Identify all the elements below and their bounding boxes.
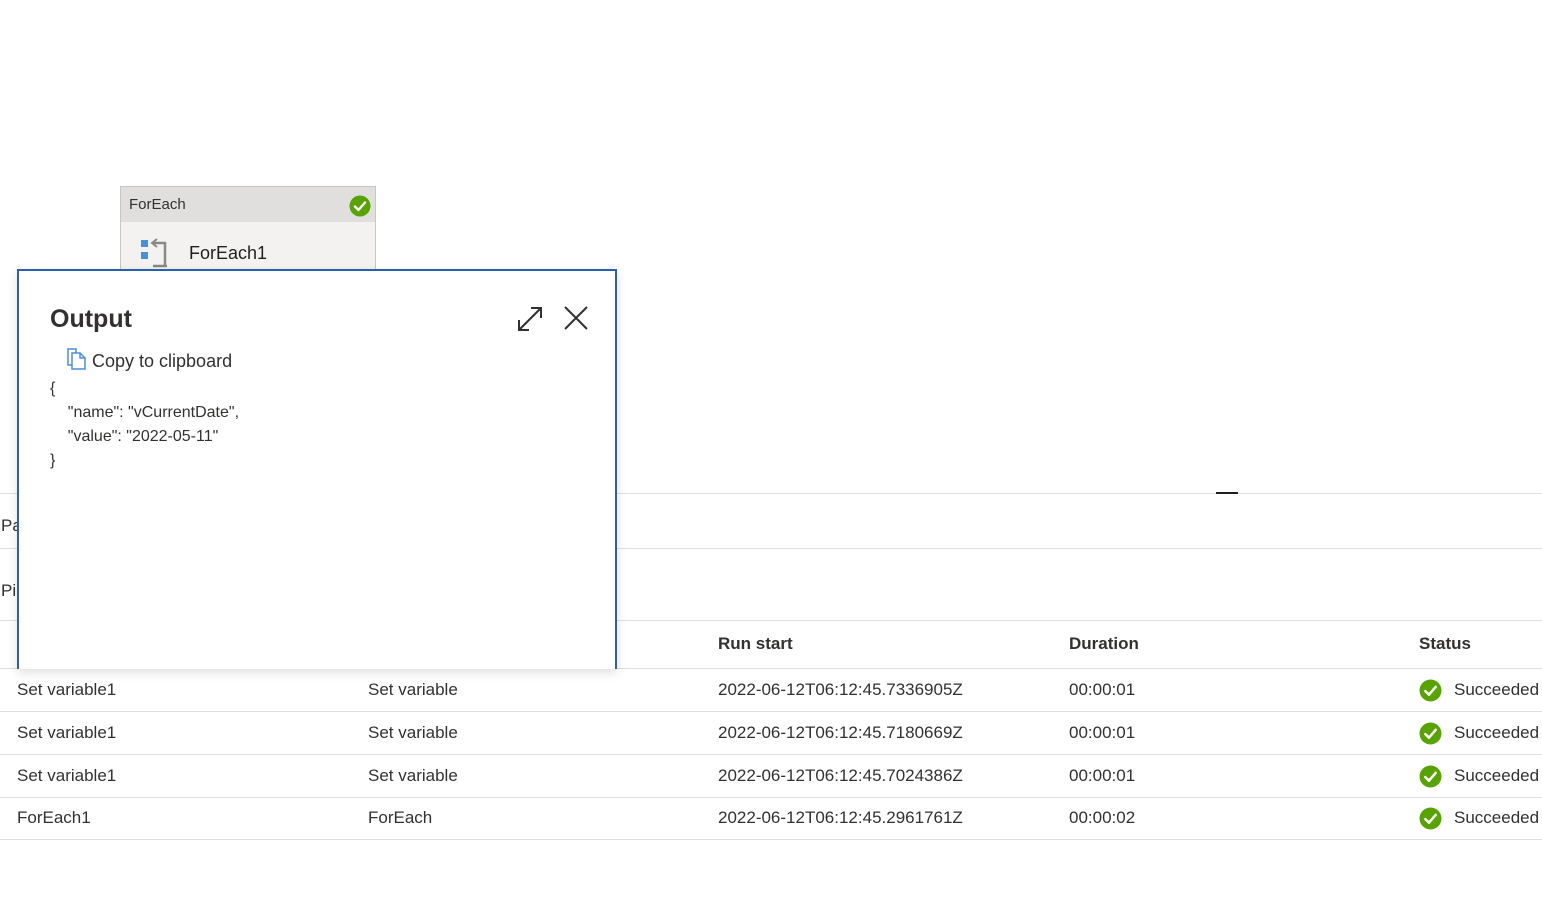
table-row[interactable]: Set variable1 Set variable 2022-06-12T06… — [0, 755, 1542, 798]
run-start-cell: 2022-06-12T06:12:45.7180669Z — [718, 723, 963, 742]
check-circle-icon — [349, 195, 371, 217]
check-circle-icon — [1419, 679, 1442, 702]
activity-type-cell: Set variable — [368, 680, 458, 699]
activity-name-cell[interactable]: Set variable1 — [17, 766, 116, 786]
check-circle-icon — [1419, 722, 1442, 745]
status-cell: Succeeded — [1454, 680, 1540, 699]
output-json-text: { "name": "vCurrentDate", "value": "2022… — [50, 380, 240, 469]
table-row[interactable]: Set variable1 Set variable 2022-06-12T06… — [0, 669, 1542, 712]
activity-body: ForEach1 — [121, 222, 375, 268]
column-header-status[interactable]: Status — [1419, 634, 1471, 654]
copy-icon — [67, 347, 86, 370]
column-header-duration[interactable]: Duration — [1069, 634, 1139, 654]
activity-type-cell: Set variable — [368, 723, 458, 742]
minimize-icon[interactable] — [1216, 492, 1238, 494]
activity-type-cell: ForEach — [368, 808, 433, 827]
status-cell: Succeeded — [1454, 723, 1540, 742]
copy-to-clipboard-button[interactable]: Copy to clipboard — [66, 345, 232, 372]
status-cell: Succeeded — [1454, 766, 1540, 785]
duration-cell: 00:00:01 — [1069, 723, 1136, 742]
activity-header: ForEach — [121, 187, 375, 222]
check-circle-icon — [1419, 765, 1442, 788]
run-start-cell: 2022-06-12T06:12:45.7024386Z — [718, 766, 963, 785]
truncated-section-label: Pi — [1, 581, 17, 600]
activity-name-cell[interactable]: Set variable1 — [17, 723, 116, 743]
run-start-cell: 2022-06-12T06:12:45.2961761Z — [718, 808, 963, 827]
activity-type-label: ForEach — [129, 196, 186, 213]
run-start-cell: 2022-06-12T06:12:45.7336905Z — [718, 680, 963, 699]
expand-icon[interactable] — [516, 305, 544, 333]
duration-cell: 00:00:01 — [1069, 766, 1136, 785]
activity-name-cell[interactable]: ForEach1 — [17, 808, 91, 828]
check-circle-icon — [1419, 807, 1442, 830]
table-row[interactable]: ForEach1 ForEach 2022-06-12T06:12:45.296… — [0, 797, 1542, 840]
copy-to-clipboard-label: Copy to clipboard — [92, 351, 233, 371]
column-header-run-start[interactable]: Run start — [718, 634, 793, 654]
close-icon[interactable] — [562, 304, 590, 332]
table-row[interactable]: Set variable1 Set variable 2022-06-12T06… — [0, 712, 1542, 755]
output-dialog: Output Copy to clipboard { "name": "vCur… — [17, 269, 617, 669]
duration-cell: 00:00:01 — [1069, 680, 1136, 699]
activity-type-cell: Set variable — [368, 766, 458, 785]
status-cell: Succeeded — [1454, 808, 1540, 827]
foreach-icon — [141, 238, 167, 268]
activity-name-cell[interactable]: Set variable1 — [17, 680, 116, 700]
activity-name: ForEach1 — [189, 242, 268, 263]
duration-cell: 00:00:02 — [1069, 808, 1136, 827]
dialog-title: Output — [50, 305, 132, 333]
